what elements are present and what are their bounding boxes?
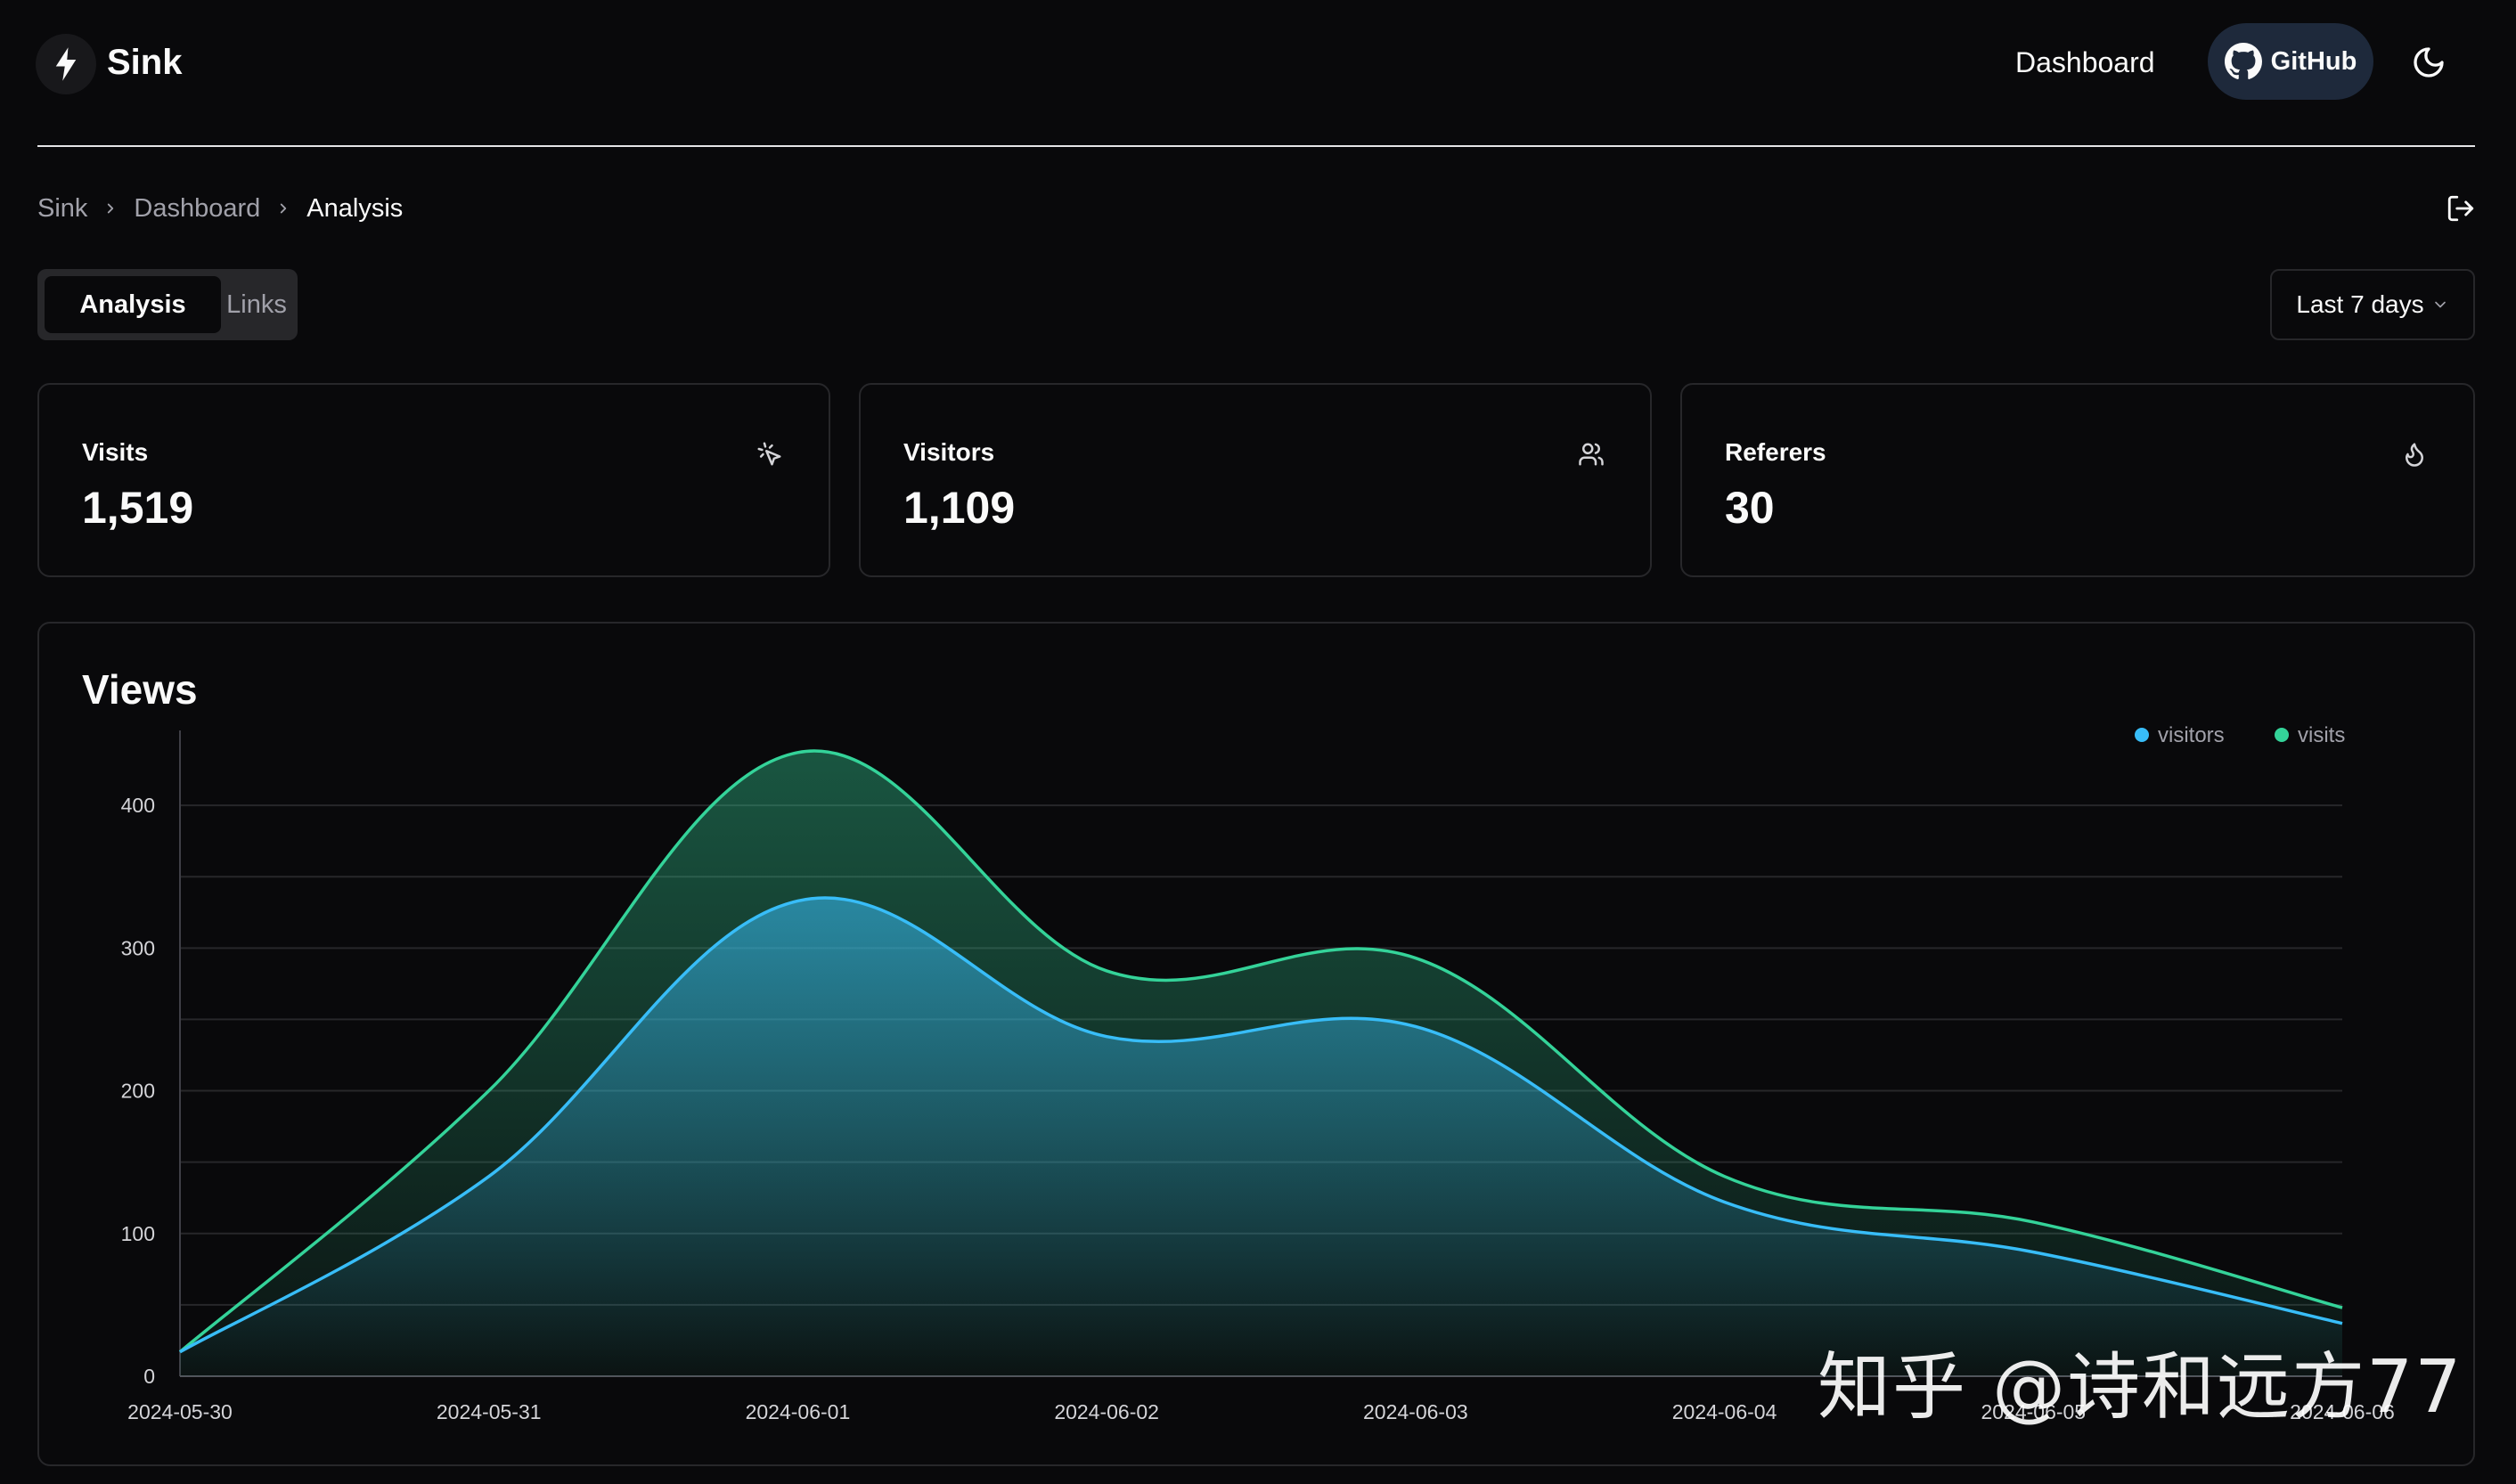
y-tick-label: 200 [121,1080,155,1103]
stat-value: 1,519 [82,483,194,533]
github-button[interactable]: GitHub [2208,23,2373,100]
moon-icon [2414,47,2444,77]
stat-title: Visits [82,438,149,466]
x-tick-label: 2024-05-31 [437,1400,542,1423]
x-tick-label: 2024-05-30 [127,1400,233,1423]
stat-card-visits: Visits 1,519 [37,383,830,577]
github-icon [2224,43,2262,79]
view-tabs: Analysis Links [37,269,298,340]
flame-icon [2398,438,2430,470]
stat-value: 30 [1725,483,1775,533]
chevron-right-icon [260,200,306,216]
breadcrumb: Sink Dashboard Analysis [37,191,403,226]
legend-visits-swatch [2275,728,2289,742]
y-tick-label: 300 [121,936,155,959]
chevron-down-icon [2434,301,2446,308]
x-tick-label: 2024-06-02 [1054,1400,1159,1423]
date-range-value: Last 7 days [2296,290,2424,318]
breadcrumb-analysis: Analysis [306,194,404,223]
breadcrumb-dashboard[interactable]: Dashboard [134,191,260,226]
stat-card-visitors: Visitors 1,109 [859,383,1652,577]
lightning-icon [55,47,77,81]
stat-value: 1,109 [903,483,1016,533]
y-tick-label: 400 [121,794,155,817]
legend-visitors-label: visitors [2158,723,2225,747]
logo[interactable] [36,34,96,94]
stat-card-referers: Referers 30 [1680,383,2475,577]
app-name[interactable]: Sink [107,36,182,89]
logout-button[interactable] [2441,189,2480,228]
logout-icon [2447,195,2474,222]
date-range-select[interactable]: Last 7 days [2270,269,2475,340]
y-tick-label: 0 [143,1365,155,1388]
legend-visits-label: visits [2298,723,2345,747]
tab-links[interactable]: Links [221,276,292,333]
stat-title: Referers [1725,438,1826,466]
stat-title: Visitors [903,438,995,466]
tab-analysis[interactable]: Analysis [45,276,221,333]
x-tick-label: 2024-06-01 [746,1400,851,1423]
header-divider [37,145,2475,147]
x-tick-label: 2024-06-03 [1363,1400,1468,1423]
theme-toggle-button[interactable] [2406,39,2452,86]
users-icon [1575,438,1607,470]
breadcrumb-sink[interactable]: Sink [37,191,87,226]
y-tick-label: 100 [121,1222,155,1245]
watermark: 知乎 @诗和远方77 [1818,1345,2463,1430]
nav-dashboard-link[interactable]: Dashboard [2015,39,2155,86]
chevron-right-icon [87,200,134,216]
legend-visitors-swatch [2135,728,2149,742]
x-tick-label: 2024-06-04 [1672,1400,1777,1423]
cursor-click-icon [754,438,786,470]
github-label: GitHub [2270,46,2357,76]
